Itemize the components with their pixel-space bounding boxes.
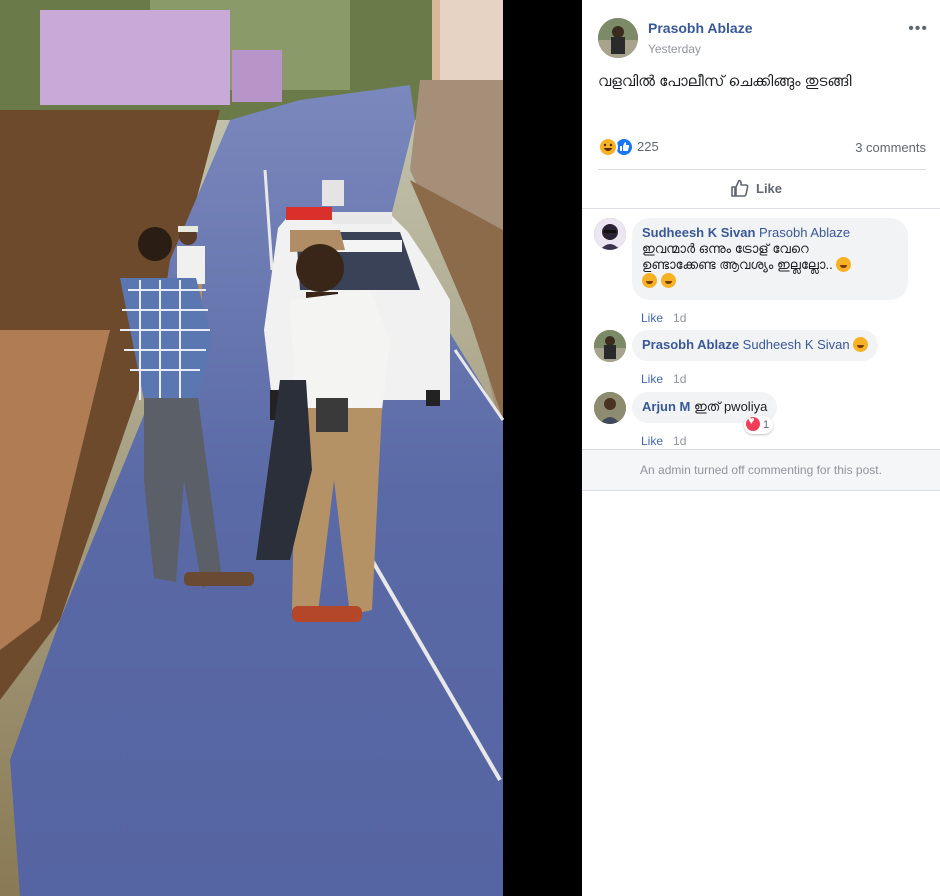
post-author-name[interactable]: Prasobh Ablaze (648, 20, 753, 36)
commenter-name[interactable]: Prasobh Ablaze (642, 337, 739, 352)
post-header: Prasobh Ablaze Yesterday ••• (598, 18, 928, 62)
comment-meta: Like 1d (641, 372, 686, 386)
winking-tongue-emoji-icon (836, 257, 852, 272)
winking-tongue-emoji-icon (642, 273, 657, 288)
tagged-user[interactable]: Prasobh Ablaze (759, 225, 850, 240)
commenting-disabled-notice: An admin turned off commenting for this … (582, 449, 940, 491)
comment-bubble: Sudheesh K Sivan Prasobh Ablaze ഇവന്മാർ … (632, 218, 908, 300)
post-side-panel: Prasobh Ablaze Yesterday ••• വളവിൽ പോലീസ… (582, 0, 940, 896)
commenter-name[interactable]: Sudheesh K Sivan (642, 225, 755, 240)
comment-text: ഇത് pwoliya (694, 399, 768, 414)
admin-notice-text: An admin turned off commenting for this … (640, 463, 882, 477)
like-button-label: Like (756, 181, 783, 196)
comment-like-link[interactable]: Like (641, 434, 663, 448)
post-photo[interactable] (0, 0, 582, 896)
rofl-emoji-icon (660, 273, 676, 288)
comment-like-link[interactable]: Like (641, 311, 663, 325)
comment-age[interactable]: 1d (673, 372, 686, 386)
comment-age[interactable]: 1d (673, 434, 686, 448)
reaction-count: 225 (637, 139, 659, 154)
post-timestamp[interactable]: Yesterday (648, 42, 701, 56)
comments-count-link[interactable]: 3 comments (855, 140, 926, 155)
haha-icon (598, 137, 618, 157)
post-text: വളവിൽ പോലീസ് ചെക്കിങ്ങും തുടങ്ങി (598, 73, 852, 90)
comment-reaction-badge[interactable]: 1 (744, 415, 774, 434)
author-avatar[interactable] (598, 18, 638, 58)
more-options-button[interactable]: ••• (908, 20, 928, 38)
commenter-avatar[interactable] (594, 330, 626, 362)
comments-list: Sudheesh K Sivan Prasobh Ablaze ഇവന്മാർ … (582, 208, 940, 448)
love-icon (746, 415, 760, 431)
photo-scene (0, 0, 505, 896)
comment-bubble: Prasobh Ablaze Sudheesh K Sivan (632, 330, 879, 361)
comment-like-link[interactable]: Like (641, 372, 663, 386)
thumbs-up-icon (731, 179, 749, 197)
comment-meta: Like 1d (641, 434, 686, 448)
action-divider (598, 169, 926, 170)
comment-age[interactable]: 1d (673, 311, 686, 325)
comment-reaction-count: 1 (763, 419, 770, 431)
commenter-avatar[interactable] (594, 392, 626, 424)
comment-meta: Like 1d (641, 311, 686, 325)
commenter-name[interactable]: Arjun M (642, 399, 690, 414)
comment-text-line2: ഉണ്ടാക്കേണ്ട ആവശ്യം ഇല്ലല്ലോ.. (642, 257, 833, 272)
comment-text-line1: ഇവന്മാർ ഒന്നും ട്രോള് വേറെ (642, 241, 809, 256)
tagged-user[interactable]: Sudheesh K Sivan (743, 337, 850, 352)
laughing-emoji-icon (853, 337, 869, 352)
commenter-avatar[interactable] (594, 218, 626, 250)
